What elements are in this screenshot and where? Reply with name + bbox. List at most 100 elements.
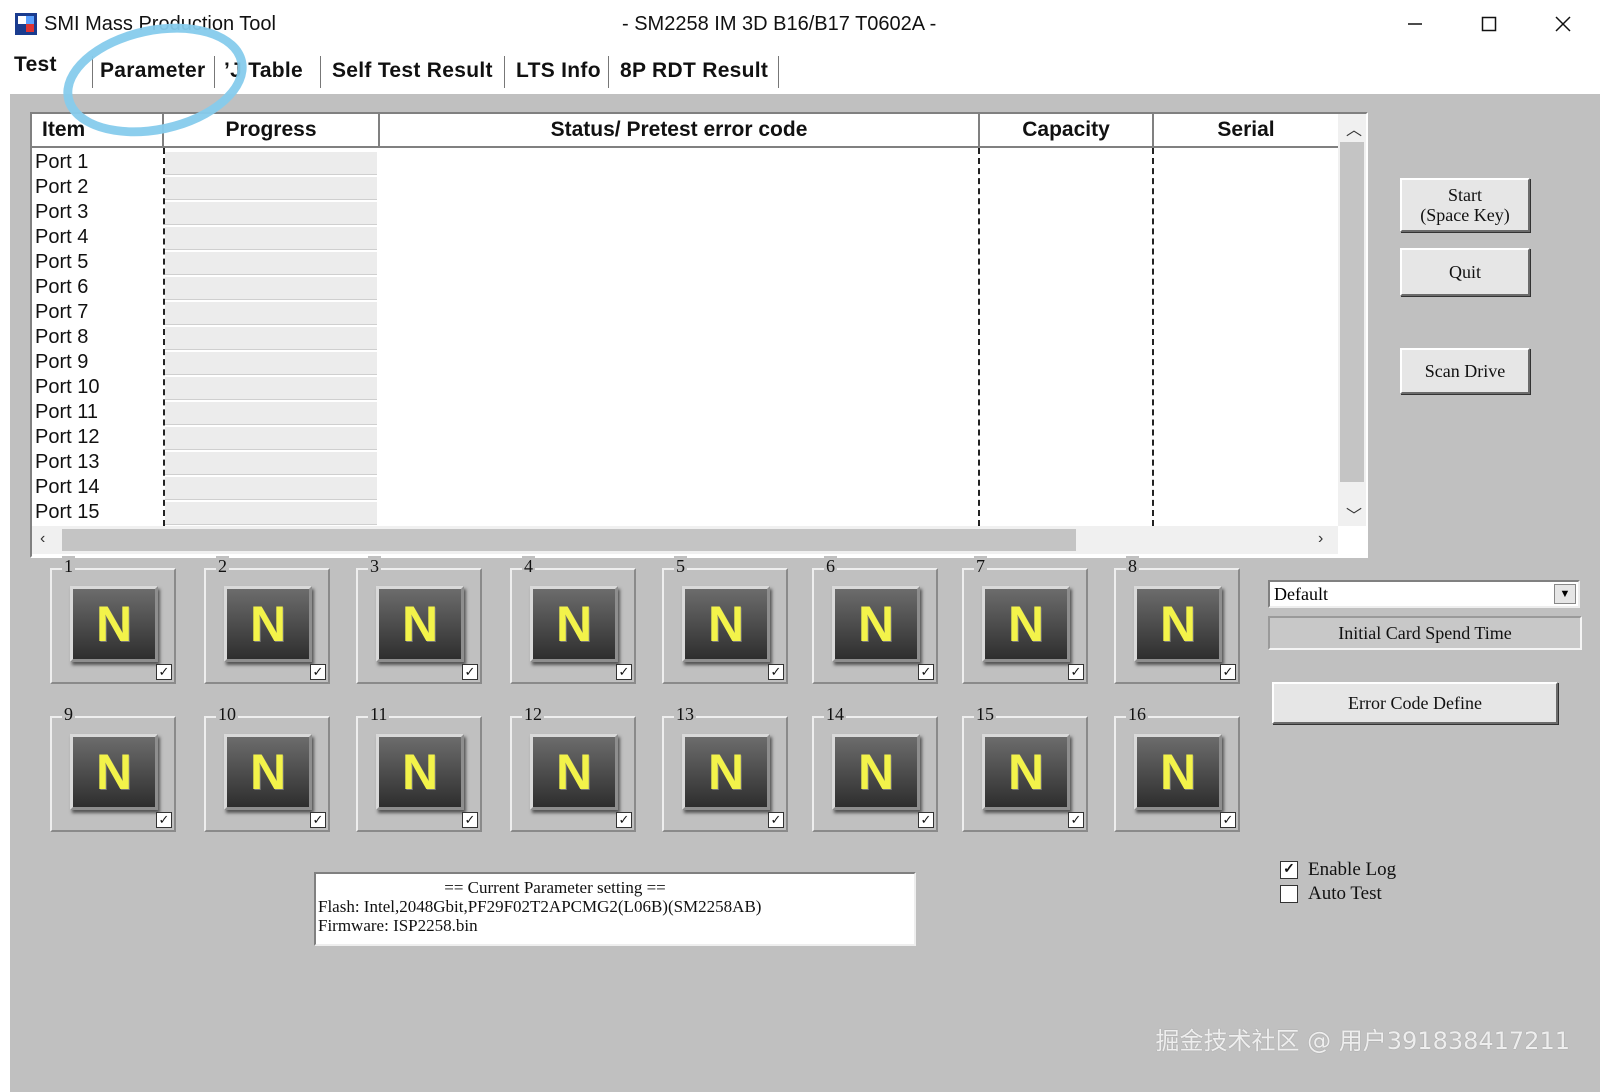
port-enable-checkbox[interactable]: ✓ [462, 664, 478, 680]
minimize-button[interactable] [1392, 8, 1438, 40]
port-slot[interactable]: 2 N ✓ [204, 556, 330, 684]
table-row[interactable]: Port 15 [32, 500, 1338, 525]
tab-lts-info[interactable]: LTS Info [516, 54, 601, 88]
quit-button[interactable]: Quit [1400, 248, 1530, 296]
port-slot[interactable]: 15 N ✓ [962, 704, 1088, 832]
parameter-firmware: Firmware: ISP2258.bin [318, 916, 478, 935]
error-code-define-button[interactable]: Error Code Define [1272, 682, 1558, 724]
port-slot[interactable]: 5 N ✓ [662, 556, 788, 684]
profile-select[interactable]: Default ▼ [1268, 580, 1580, 608]
port-item-label: Port 10 [35, 376, 100, 398]
port-enable-checkbox[interactable]: ✓ [310, 812, 326, 828]
port-enable-checkbox[interactable]: ✓ [768, 812, 784, 828]
drive-status-icon[interactable]: N [530, 734, 618, 810]
start-button[interactable]: Start (Space Key) [1400, 178, 1530, 232]
drive-status-icon[interactable]: N [376, 734, 464, 810]
drive-status-icon[interactable]: N [832, 586, 920, 662]
port-slot[interactable]: 4 N ✓ [510, 556, 636, 684]
tab-8p-rdt-result[interactable]: 8P RDT Result [620, 54, 768, 88]
table-row[interactable]: Port 8 [32, 325, 1338, 350]
port-enable-checkbox[interactable]: ✓ [1220, 664, 1236, 680]
port-number: 9 [62, 704, 75, 725]
port-enable-checkbox[interactable]: ✓ [1220, 812, 1236, 828]
scan-drive-button[interactable]: Scan Drive [1400, 348, 1530, 394]
enable-log-checkbox[interactable]: ✓ Enable Log [1280, 858, 1396, 882]
table-row[interactable]: Port 13 [32, 450, 1338, 475]
port-slot[interactable]: 9 N ✓ [50, 704, 176, 832]
tab-self-test-result[interactable]: Self Test Result [332, 54, 493, 88]
vertical-scrollbar[interactable]: ︿ ﹀ [1338, 114, 1366, 526]
table-row[interactable]: Port 1 [32, 150, 1338, 175]
port-slot[interactable]: 1 N ✓ [50, 556, 176, 684]
port-slot[interactable]: 14 N ✓ [812, 704, 938, 832]
tab-parameter[interactable]: Parameter [100, 54, 205, 88]
port-enable-checkbox[interactable]: ✓ [1068, 812, 1084, 828]
column-header-capacity[interactable]: Capacity [980, 114, 1154, 148]
port-slot[interactable]: 16 N ✓ [1114, 704, 1240, 832]
drive-status-icon[interactable]: N [682, 586, 770, 662]
port-enable-checkbox[interactable]: ✓ [616, 812, 632, 828]
port-slot[interactable]: 8 N ✓ [1114, 556, 1240, 684]
drive-status-icon[interactable]: N [224, 586, 312, 662]
drive-status-icon[interactable]: N [982, 586, 1070, 662]
port-slot[interactable]: 6 N ✓ [812, 556, 938, 684]
list-header: Item Progress Status/ Pretest error code… [32, 114, 1338, 148]
drive-status-icon[interactable]: N [1134, 586, 1222, 662]
table-row[interactable]: Port 14 [32, 475, 1338, 500]
port-slot[interactable]: 7 N ✓ [962, 556, 1088, 684]
table-row[interactable]: Port 11 [32, 400, 1338, 425]
drive-status-icon[interactable]: N [1134, 734, 1222, 810]
port-slot[interactable]: 12 N ✓ [510, 704, 636, 832]
drive-status-icon[interactable]: N [70, 734, 158, 810]
maximize-button[interactable] [1466, 8, 1512, 40]
port-enable-checkbox[interactable]: ✓ [918, 664, 934, 680]
horizontal-scrollbar[interactable]: ‹ › [32, 526, 1338, 554]
port-slot[interactable]: 10 N ✓ [204, 704, 330, 832]
drive-status-icon[interactable]: N [224, 734, 312, 810]
column-header-serial[interactable]: Serial [1154, 114, 1338, 148]
drive-status-icon[interactable]: N [70, 586, 158, 662]
port-slot[interactable]: 13 N ✓ [662, 704, 788, 832]
port-enable-checkbox[interactable]: ✓ [156, 812, 172, 828]
table-row[interactable]: Port 5 [32, 250, 1338, 275]
port-enable-checkbox[interactable]: ✓ [156, 664, 172, 680]
tab-id-table[interactable]: ’J Table [224, 54, 303, 88]
port-slot[interactable]: 3 N ✓ [356, 556, 482, 684]
scroll-up-icon[interactable]: ︿ [1346, 116, 1362, 140]
tab-test[interactable]: Test [14, 48, 57, 82]
port-slot[interactable]: 11 N ✓ [356, 704, 482, 832]
table-row[interactable]: Port 9 [32, 350, 1338, 375]
auto-test-checkbox[interactable]: Auto Test [1280, 882, 1382, 906]
auto-test-check-icon[interactable] [1280, 885, 1298, 903]
port-enable-checkbox[interactable]: ✓ [616, 664, 632, 680]
port-enable-checkbox[interactable]: ✓ [310, 664, 326, 680]
drive-status-icon[interactable]: N [982, 734, 1070, 810]
drive-status-icon[interactable]: N [832, 734, 920, 810]
enable-log-check-icon[interactable]: ✓ [1280, 861, 1298, 879]
column-header-item[interactable]: Item [32, 114, 164, 148]
drive-status-icon[interactable]: N [376, 586, 464, 662]
table-row[interactable]: Port 4 [32, 225, 1338, 250]
column-header-status[interactable]: Status/ Pretest error code [380, 114, 980, 148]
port-enable-checkbox[interactable]: ✓ [1068, 664, 1084, 680]
table-row[interactable]: Port 2 [32, 175, 1338, 200]
table-row[interactable]: Port 3 [32, 200, 1338, 225]
horizontal-scroll-thumb[interactable] [62, 529, 1076, 551]
table-row[interactable]: Port 12 [32, 425, 1338, 450]
scroll-down-icon[interactable]: ﹀ [1346, 502, 1362, 526]
column-header-progress[interactable]: Progress [164, 114, 380, 148]
port-list[interactable]: Item Progress Status/ Pretest error code… [30, 112, 1368, 558]
table-row[interactable]: Port 6 [32, 275, 1338, 300]
scroll-left-icon[interactable]: ‹ [40, 530, 45, 548]
drive-status-icon[interactable]: N [682, 734, 770, 810]
table-row[interactable]: Port 7 [32, 300, 1338, 325]
port-enable-checkbox[interactable]: ✓ [918, 812, 934, 828]
scroll-right-icon[interactable]: › [1318, 530, 1323, 548]
chevron-down-icon[interactable]: ▼ [1554, 584, 1576, 604]
drive-status-icon[interactable]: N [530, 586, 618, 662]
close-button[interactable] [1540, 8, 1586, 40]
port-enable-checkbox[interactable]: ✓ [462, 812, 478, 828]
port-enable-checkbox[interactable]: ✓ [768, 664, 784, 680]
table-row[interactable]: Port 10 [32, 375, 1338, 400]
vertical-scroll-thumb[interactable] [1340, 142, 1364, 482]
